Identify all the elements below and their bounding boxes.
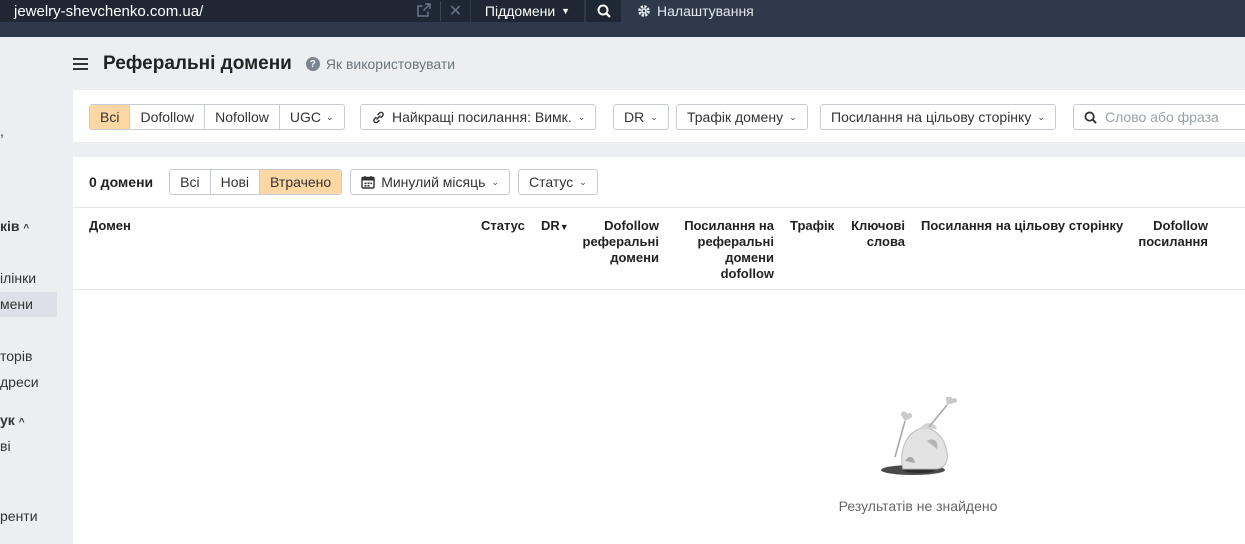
sort-desc-icon: ▼ bbox=[559, 222, 569, 232]
results-toolbar: 0 домени Всі Нові Втрачено Минулий місяц… bbox=[89, 169, 598, 195]
target-links-dropdown[interactable]: Посилання на цільову сторінку ⌄ bbox=[820, 104, 1056, 130]
calendar-icon bbox=[361, 176, 375, 189]
col-domain[interactable]: Домен bbox=[89, 218, 131, 234]
target-links-label: Посилання на цільову сторінку bbox=[831, 109, 1032, 125]
chevron-up-icon: ^ bbox=[18, 417, 25, 428]
col-status[interactable]: Статус bbox=[481, 218, 525, 234]
filter-ugc[interactable]: UGC ⌄ bbox=[280, 105, 344, 129]
subdomains-label: Піддомени bbox=[484, 3, 556, 19]
chevron-down-icon: ⌄ bbox=[325, 111, 334, 122]
status-dropdown[interactable]: Статус ⌄ bbox=[517, 169, 598, 195]
dr-dropdown[interactable]: DR ⌄ bbox=[613, 104, 669, 130]
col-dofollow-ref-domains[interactable]: Dofollow реферальні домени bbox=[573, 218, 660, 266]
sidebar-item-ips[interactable]: дреси bbox=[0, 374, 39, 390]
chevron-down-icon: ▼ bbox=[561, 6, 571, 16]
sidebar-item-competitors[interactable]: ренти bbox=[0, 508, 38, 524]
title-row: Реферальні домени ? Як використовувати bbox=[73, 51, 455, 77]
sidebar-item-keywords[interactable]: ві bbox=[0, 438, 11, 454]
col-dr[interactable]: DR▼ bbox=[541, 218, 569, 235]
search-icon bbox=[1084, 110, 1097, 124]
filter-panel: Всі Dofollow Nofollow UGC ⌄ Найкращі поси… bbox=[73, 90, 1245, 142]
menu-icon[interactable] bbox=[73, 57, 88, 71]
how-to-use-link[interactable]: ? Як використовувати bbox=[305, 56, 456, 72]
domain-traffic-label: Трафік домену bbox=[687, 109, 784, 125]
dr-label: DR bbox=[624, 109, 645, 125]
sidebar-item-backlinks[interactable]: ілінки bbox=[0, 270, 36, 286]
link-type-filter: Всі Dofollow Nofollow UGC ⌄ bbox=[89, 104, 345, 130]
results-count: 0 домени bbox=[89, 174, 154, 190]
mode-lost[interactable]: Втрачено bbox=[260, 170, 342, 194]
settings-label: Налаштування bbox=[657, 3, 754, 19]
chevron-down-icon: ⌄ bbox=[789, 111, 797, 122]
results-panel: 0 домени Всі Нові Втрачено Минулий місяц… bbox=[73, 157, 1245, 544]
link-icon bbox=[373, 111, 384, 123]
divider bbox=[73, 289, 1245, 290]
close-icon[interactable]: ✕ bbox=[440, 1, 470, 21]
chevron-down-icon: ⌄ bbox=[650, 111, 658, 122]
sidebar-item-anchors[interactable]: торів bbox=[0, 348, 32, 364]
col-dofollow-links[interactable]: Dofollow посилання bbox=[1128, 218, 1208, 250]
url-field[interactable]: jewelry-shevchenko.com.ua/ ✕ bbox=[0, 0, 470, 22]
empty-state-text: Результатів не знайдено bbox=[838, 498, 998, 514]
sidebar: , ків ^ ілінки мени торів дреси ук ^ ві … bbox=[0, 37, 57, 544]
period-label: Минулий місяць bbox=[381, 174, 486, 190]
search-button[interactable] bbox=[586, 0, 621, 22]
main-content: Реферальні домени ? Як використовувати В… bbox=[73, 37, 1245, 544]
subdomains-dropdown[interactable]: Піддомени ▼ bbox=[471, 0, 584, 22]
mode-filter: Всі Нові Втрачено bbox=[169, 169, 343, 195]
page-title: Реферальні домени bbox=[103, 53, 292, 74]
filter-all[interactable]: Всі bbox=[90, 105, 131, 129]
chevron-down-icon: ⌄ bbox=[579, 176, 587, 187]
col-keywords[interactable]: Ключові слова bbox=[845, 218, 905, 250]
chevron-down-icon: ⌄ bbox=[577, 111, 586, 122]
best-links-dropdown[interactable]: Найкращі посилання: Вимк. ⌄ bbox=[360, 104, 597, 130]
settings-button[interactable]: Налаштування bbox=[637, 0, 754, 22]
search-field[interactable] bbox=[1073, 104, 1245, 130]
col-traffic[interactable]: Трафік bbox=[790, 218, 834, 234]
col-links-to-ref-dofollow[interactable]: Посилання на реферальні домени dofollow bbox=[679, 218, 774, 282]
help-icon: ? bbox=[305, 57, 320, 71]
search-icon bbox=[597, 4, 611, 18]
col-links-to-target[interactable]: Посилання на цільову сторінку bbox=[921, 218, 1123, 234]
chevron-down-icon: ⌄ bbox=[1037, 111, 1045, 122]
period-dropdown[interactable]: Минулий місяць ⌄ bbox=[350, 169, 510, 195]
url-text[interactable]: jewelry-shevchenko.com.ua/ bbox=[0, 3, 408, 20]
best-links-label: Найкращі посилання: Вимк. bbox=[392, 109, 572, 125]
mode-new[interactable]: Нові bbox=[211, 170, 261, 194]
chevron-up-icon: ^ bbox=[23, 223, 30, 234]
external-link-icon[interactable] bbox=[408, 2, 440, 20]
status-label: Статус bbox=[528, 174, 574, 190]
filter-dofollow[interactable]: Dofollow bbox=[130, 105, 206, 129]
top-bar: jewelry-shevchenko.com.ua/ ✕ Піддомени ▼… bbox=[0, 0, 1245, 37]
sidebar-section-search[interactable]: ук ^ bbox=[0, 412, 25, 428]
mode-all[interactable]: Всі bbox=[170, 170, 211, 194]
filter-nofollow[interactable]: Nofollow bbox=[205, 105, 280, 129]
empty-state-illustration bbox=[881, 397, 958, 475]
sidebar-section-backlinks[interactable]: ків ^ bbox=[0, 218, 29, 234]
domain-traffic-dropdown[interactable]: Трафік домену ⌄ bbox=[676, 104, 808, 130]
gear-icon bbox=[638, 5, 650, 17]
sidebar-item-ref-domains[interactable]: мени bbox=[0, 292, 57, 317]
search-input[interactable] bbox=[1105, 109, 1245, 125]
how-to-use-label: Як використовувати bbox=[325, 56, 456, 72]
divider bbox=[73, 207, 1245, 208]
sidebar-item: , bbox=[0, 123, 4, 139]
chevron-down-icon: ⌄ bbox=[491, 176, 499, 187]
